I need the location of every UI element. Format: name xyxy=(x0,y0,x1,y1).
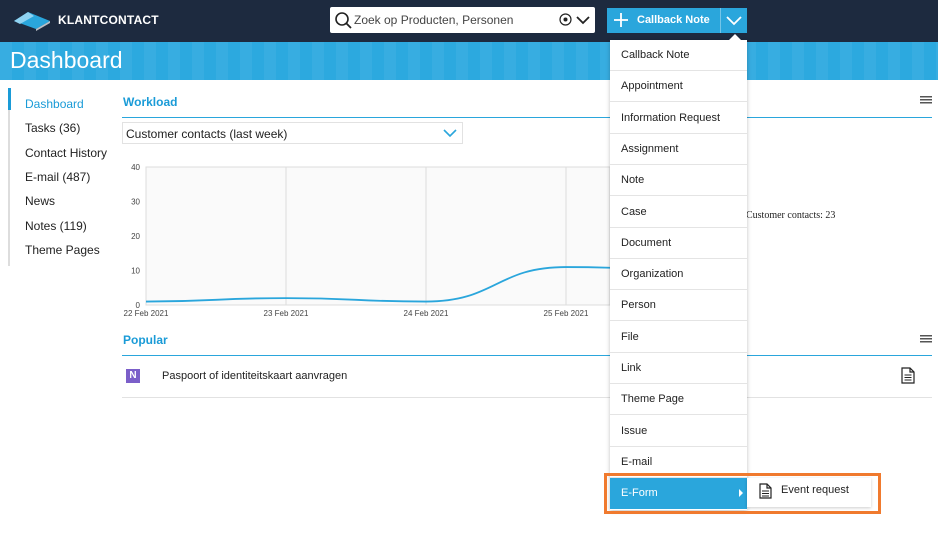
menu-item-document[interactable]: Document xyxy=(610,228,747,259)
menu-item-organization[interactable]: Organization xyxy=(610,259,747,291)
search-box[interactable] xyxy=(330,7,595,33)
menu-item-label: Callback Note xyxy=(621,49,690,61)
workload-divider xyxy=(122,117,932,118)
menu-item-label: E-mail xyxy=(621,455,653,468)
active-indicator xyxy=(8,88,11,110)
sidebar-item-notes[interactable]: Notes (119) xyxy=(25,219,87,233)
menu-item-theme-page[interactable]: Theme Page xyxy=(610,384,747,416)
workload-period-select[interactable]: Customer contacts (last week) xyxy=(122,122,463,144)
menu-item-issue[interactable]: Issue xyxy=(610,416,747,447)
x-tick-label: 25 Feb 2021 xyxy=(544,309,589,318)
menu-item-file[interactable]: File xyxy=(610,322,747,353)
sidebar-item-news[interactable]: News xyxy=(25,194,55,208)
x-tick-label: 22 Feb 2021 xyxy=(124,309,169,318)
menu-item-label: File xyxy=(621,330,639,343)
news-badge: N xyxy=(126,369,140,383)
menu-item-label: Appointment xyxy=(621,80,683,93)
brand-name: KLANTCONTACT xyxy=(58,13,159,27)
x-tick-label: 23 Feb 2021 xyxy=(264,309,309,318)
menu-item-note[interactable]: Note xyxy=(610,165,747,197)
y-tick-label: 40 xyxy=(131,163,140,172)
workload-chart: 01020304022 Feb 2021 23 Feb 2021 24 Feb 20… xyxy=(124,163,610,318)
sidebar-item-tasks[interactable]: Tasks (36) xyxy=(25,121,80,135)
menu-item-label: Note xyxy=(621,174,645,187)
menu-item-label: Person xyxy=(621,299,656,312)
highlight-box xyxy=(604,473,881,514)
menu-item-assignment[interactable]: Assignment xyxy=(610,134,747,165)
popular-title: Popular xyxy=(123,333,168,347)
chevron-down-icon xyxy=(443,129,457,138)
search-icon xyxy=(335,12,352,29)
sidebar-item-theme-pages[interactable]: Theme Pages xyxy=(25,243,100,257)
list-item[interactable]: N Paspoort of identiteitskaart aanvragen xyxy=(122,362,932,398)
menu-item-information-request[interactable]: Information Request xyxy=(610,103,747,134)
x-tick-label: 24 Feb 2021 xyxy=(404,309,449,318)
select-value: Customer contacts (last week) xyxy=(126,127,288,141)
search-input[interactable] xyxy=(354,10,559,30)
button-divider xyxy=(720,8,721,33)
clear-search-icon[interactable] xyxy=(559,13,572,26)
menu-item-label: Document xyxy=(621,236,672,249)
menu-item-label: Information Request xyxy=(621,111,721,124)
sidebar-item-email[interactable]: E-mail (487) xyxy=(25,170,90,184)
y-tick-label: 30 xyxy=(131,198,140,207)
page-header: Dashboard xyxy=(0,42,938,80)
popular-menu-icon[interactable] xyxy=(920,335,932,343)
document-icon[interactable] xyxy=(901,367,915,384)
search-scope-chevron-icon[interactable] xyxy=(575,14,591,26)
menu-item-label: Organization xyxy=(621,268,684,281)
menu-item-appointment[interactable]: Appointment xyxy=(610,71,747,103)
menu-item-case[interactable]: Case xyxy=(610,197,747,228)
sidebar-item-dashboard[interactable]: Dashboard xyxy=(25,97,84,111)
menu-item-label: Theme Page xyxy=(621,393,684,406)
sidebar-item-contact-history[interactable]: Contact History xyxy=(25,146,107,160)
callback-note-button[interactable]: Callback Note xyxy=(607,8,747,33)
sidebar-nav: Dashboard Tasks (36) Contact History E-m… xyxy=(8,88,113,266)
chart-tooltip: Customer contacts: 23 xyxy=(746,210,836,221)
page-title: Dashboard xyxy=(10,47,123,73)
workload-title: Workload xyxy=(123,95,178,109)
top-bar: KLANTCONTACT Callback Note xyxy=(0,0,938,42)
menu-item-label: Assignment xyxy=(621,142,679,155)
plot-area xyxy=(145,166,610,306)
menu-item-link[interactable]: Link xyxy=(610,353,747,384)
y-tick-label: 20 xyxy=(131,232,140,241)
list-item-label[interactable]: Paspoort of identiteitskaart aanvragen xyxy=(162,370,347,382)
menu-item-label: Case xyxy=(621,205,647,218)
menu-item-callback-note[interactable]: Callback Note xyxy=(610,40,747,71)
menu-item-person[interactable]: Person xyxy=(610,290,747,322)
workload-menu-icon[interactable] xyxy=(920,96,932,104)
popular-divider xyxy=(122,355,932,356)
callback-note-label: Callback Note xyxy=(637,14,710,26)
chevron-down-icon[interactable] xyxy=(725,14,743,27)
new-item-dropdown-menu: Callback Note Appointment Information Requ… xyxy=(610,34,747,510)
menu-item-label: Issue xyxy=(621,424,648,437)
menu-item-label: Link xyxy=(621,362,642,374)
y-tick-label: 10 xyxy=(131,267,140,276)
klantcontact-logo-icon[interactable] xyxy=(12,9,52,31)
plus-icon xyxy=(614,13,628,27)
